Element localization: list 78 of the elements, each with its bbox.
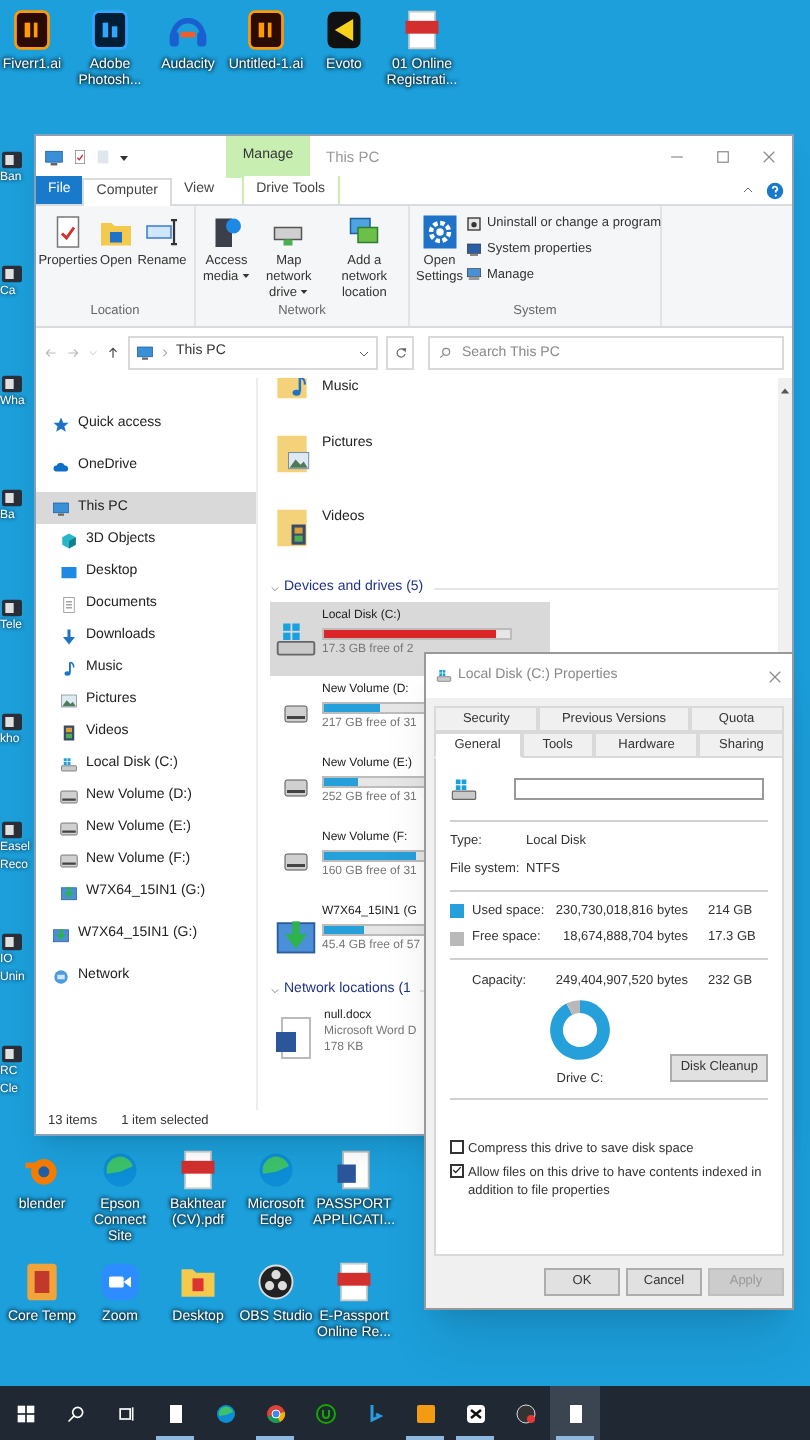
document-icon — [60, 595, 78, 613]
document-icon — [332, 1148, 376, 1192]
app-icon — [0, 374, 24, 394]
app-icon — [0, 1044, 24, 1064]
maximize-icon[interactable] — [716, 150, 730, 164]
music-note-icon — [60, 659, 78, 677]
app-tile-icon — [244, 8, 288, 52]
close-icon[interactable] — [762, 150, 776, 164]
cloud-icon — [52, 457, 70, 475]
pdf-file-icon — [400, 8, 444, 52]
taskbar-app[interactable] — [550, 1386, 600, 1440]
app-icon — [313, 1401, 337, 1425]
app-icon — [0, 820, 24, 840]
caret-icon[interactable] — [118, 151, 130, 163]
film-icon — [60, 723, 78, 741]
star-icon — [52, 415, 70, 433]
app-tile-icon — [463, 1401, 487, 1425]
search-icon — [65, 1403, 85, 1423]
cube-icon — [60, 531, 78, 549]
drive-icon — [450, 775, 478, 803]
drive-icon — [60, 883, 78, 901]
checklist-icon — [72, 148, 88, 166]
download-icon — [60, 627, 78, 645]
drive-icon — [60, 787, 78, 805]
refresh-icon — [393, 346, 407, 360]
network-icon — [52, 967, 70, 985]
scroll-up-icon[interactable] — [780, 386, 790, 396]
checkbox[interactable] — [450, 1139, 464, 1153]
chevron-down-icon[interactable] — [358, 347, 370, 359]
rename-icon — [144, 214, 180, 250]
computer-icon — [466, 241, 483, 258]
drive-icon — [274, 618, 318, 662]
browser-icon — [263, 1401, 287, 1425]
help-icon[interactable] — [766, 181, 784, 199]
computer-icon — [52, 499, 70, 517]
drive-icon — [60, 851, 78, 869]
app-icon — [0, 264, 24, 284]
app-icon — [0, 932, 24, 952]
computer-icon — [136, 344, 154, 362]
app-tile-icon — [88, 8, 132, 52]
caret-icon — [241, 272, 250, 281]
app-icon — [0, 712, 24, 732]
chevron-up-icon[interactable] — [742, 184, 754, 196]
refresh-button[interactable] — [386, 336, 414, 370]
up-arrow-icon[interactable] — [106, 346, 120, 360]
drive-icon — [60, 819, 78, 837]
check-icon — [452, 1164, 462, 1176]
settings-icon — [421, 214, 458, 250]
pdf-file-icon — [332, 1260, 376, 1304]
caret-icon — [300, 288, 309, 297]
record-icon — [254, 1260, 298, 1304]
pdf-file-icon — [176, 1148, 220, 1192]
drive-name-field[interactable] — [514, 778, 764, 800]
swirl-icon — [213, 1401, 237, 1425]
picture-icon — [60, 691, 78, 709]
app-icon — [0, 150, 24, 170]
record-icon — [513, 1401, 537, 1425]
app-tile-icon — [10, 8, 54, 52]
app-tile-icon — [413, 1401, 437, 1425]
swirl-icon — [254, 1148, 298, 1192]
app-icon — [0, 598, 24, 618]
drive-icon — [436, 668, 452, 684]
swirl-icon — [98, 1148, 142, 1192]
computer-icon — [466, 266, 483, 283]
windows-logo-icon — [15, 1403, 35, 1423]
checkbox[interactable] — [450, 1163, 464, 1177]
task-view-icon — [115, 1403, 135, 1423]
drive-icon — [60, 755, 78, 773]
drive-icon — [52, 925, 70, 943]
close-icon[interactable] — [768, 669, 782, 683]
search-icon — [438, 346, 452, 360]
video-camera-icon — [98, 1260, 142, 1304]
chevron-right-icon — [160, 348, 170, 358]
monitor-icon — [60, 563, 78, 581]
app-icon — [0, 488, 24, 508]
app-tile-icon — [322, 8, 366, 52]
computer-icon — [44, 147, 64, 167]
program-icon — [466, 215, 483, 232]
